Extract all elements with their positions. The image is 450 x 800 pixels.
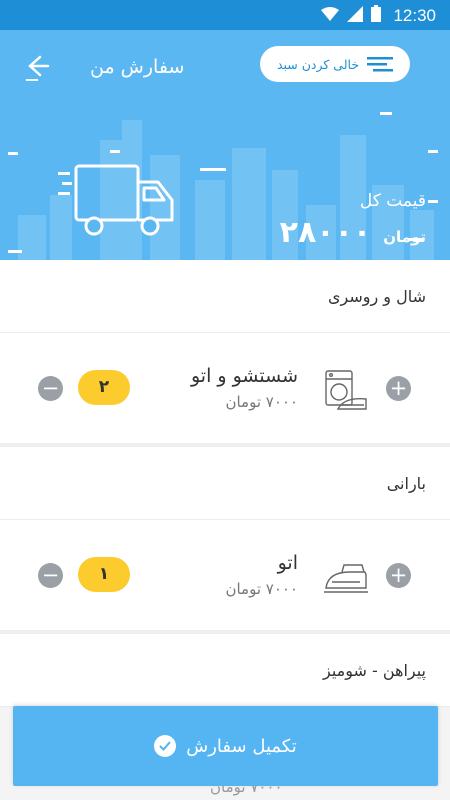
total-currency: تومان xyxy=(383,228,426,246)
increase-quantity-button[interactable]: + xyxy=(386,563,411,588)
clear-cart-button[interactable]: خالی کردن سبد xyxy=(260,46,410,82)
decrease-quantity-button[interactable]: − xyxy=(38,563,63,588)
clear-cart-label: خالی کردن سبد xyxy=(276,56,360,72)
order-item: + اتو ۷۰۰۰ تومان ۱ − xyxy=(0,520,450,634)
decrease-quantity-button[interactable]: − xyxy=(38,376,63,401)
item-name: شستشو و اتو xyxy=(190,365,298,387)
quantity-badge: ۲ xyxy=(78,370,130,405)
quantity-badge: ۱ xyxy=(78,557,130,592)
category-header: پیراهن - شومیز xyxy=(0,634,450,707)
delivery-truck-icon xyxy=(58,164,174,236)
category-header: شال و روسری xyxy=(0,260,450,333)
arrow-left-icon xyxy=(26,55,50,81)
complete-order-button[interactable]: تکمیل سفارش xyxy=(13,706,438,786)
total-amount: ۲۸۰۰۰ xyxy=(279,215,372,250)
complete-order-label: تکمیل سفارش xyxy=(186,735,297,757)
iron-icon xyxy=(324,564,368,593)
total-price: تومان ۲۸۰۰۰ xyxy=(280,215,426,250)
list-icon xyxy=(367,57,394,72)
washer-ironing-icon xyxy=(325,370,367,410)
item-name: اتو xyxy=(277,552,298,574)
back-button[interactable] xyxy=(18,52,54,82)
item-price: ۷۰۰۰ تومان xyxy=(225,580,298,598)
header: سفارش من خالی کردن سبد قیمت کل تومان ۲۸۰… xyxy=(0,30,450,260)
category-header: بارانی xyxy=(0,447,450,520)
order-list: شال و روسری + شستشو و اتو ۷۰۰۰ تومان ۲ −… xyxy=(0,260,450,707)
status-time: 12:30 xyxy=(393,5,436,25)
order-item: + شستشو و اتو ۷۰۰۰ تومان ۲ − xyxy=(0,333,450,447)
total-price-label: قیمت کل xyxy=(359,191,426,211)
check-icon xyxy=(154,735,177,757)
status-bar: 12:30 xyxy=(0,0,450,30)
increase-quantity-button[interactable]: + xyxy=(386,376,411,401)
signal-icon xyxy=(347,5,364,26)
item-price: ۷۰۰۰ تومان xyxy=(225,393,298,411)
battery-icon xyxy=(371,5,382,26)
wifi-icon xyxy=(321,6,340,25)
page-title: سفارش من xyxy=(90,56,185,78)
